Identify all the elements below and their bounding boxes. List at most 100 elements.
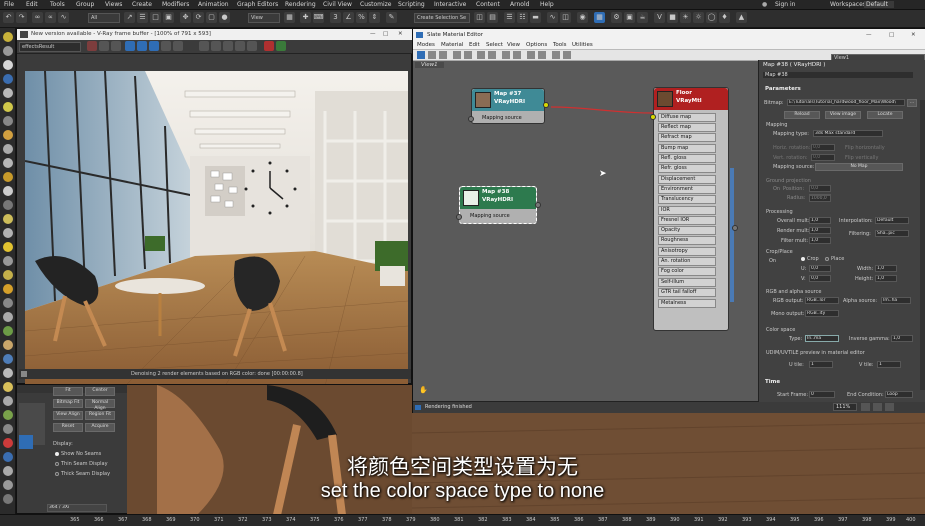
center-button[interactable]: Center <box>85 387 115 396</box>
region-fit-button[interactable]: Region Fit <box>85 411 115 420</box>
vray-icon[interactable]: V <box>654 12 665 23</box>
slot-opacity[interactable]: Opacity <box>658 226 716 235</box>
vray-mesh-light-icon[interactable] <box>3 270 13 280</box>
interpolation-dropdown[interactable]: Default <box>875 217 909 224</box>
view-image-button[interactable]: View image <box>825 111 861 119</box>
sme-menu-utilities[interactable]: Utilities <box>572 42 593 48</box>
sign-in-link[interactable]: Sign in <box>775 1 795 8</box>
crop-radio[interactable] <box>801 257 805 261</box>
mirror-icon[interactable]: ◫ <box>474 12 485 23</box>
slot-environment[interactable]: Environment <box>658 185 716 194</box>
render-mult-field[interactable]: 1,0 <box>809 227 831 234</box>
slot-ior[interactable]: IOR <box>658 206 716 215</box>
vray-sky-icon[interactable] <box>3 284 13 294</box>
region-render-icon[interactable] <box>211 41 221 51</box>
tool-icon-30[interactable] <box>3 438 13 448</box>
normal-align-button[interactable]: Normal Align <box>85 399 115 411</box>
edit-named-selection-icon[interactable]: ✎ <box>386 12 397 23</box>
corona-icon[interactable] <box>3 410 13 420</box>
align-icon[interactable]: ▤ <box>487 12 498 23</box>
percent-snap-icon[interactable]: % <box>356 12 367 23</box>
map37-input-socket[interactable] <box>468 116 474 122</box>
link-icon[interactable]: ∞ <box>32 12 43 23</box>
v-tile-field[interactable]: 1 <box>877 361 901 368</box>
create-helpers-icon[interactable] <box>3 88 13 98</box>
slot-bump-map[interactable]: Bump map <box>658 144 716 153</box>
menu-modifiers[interactable]: Modifiers <box>162 1 189 8</box>
slot-refr-gloss[interactable]: Refr. gloss <box>658 164 716 173</box>
slate-material-editor-icon[interactable]: ▦ <box>594 12 605 23</box>
u-field[interactable]: 0,0 <box>809 265 831 272</box>
gp-on-checkbox[interactable]: On <box>773 186 780 192</box>
mapping-source-button[interactable]: No Map <box>815 163 903 171</box>
map38-output-socket[interactable] <box>535 202 541 208</box>
place-icon[interactable]: ● <box>219 12 230 23</box>
map37-slot-mapping-source[interactable]: Mapping source <box>480 115 532 124</box>
zoom-extents-icon[interactable] <box>873 403 882 411</box>
vray-sun-tool-icon[interactable] <box>3 214 13 224</box>
vray-light-tool-icon[interactable] <box>3 130 13 140</box>
unlink-icon[interactable]: ∝ <box>45 12 56 23</box>
vray-clipper-icon[interactable] <box>3 298 13 308</box>
schematic-view-icon[interactable]: ◫ <box>560 12 571 23</box>
start-frame-field[interactable]: 0 <box>809 391 835 398</box>
create-shapes-icon[interactable] <box>3 46 13 56</box>
link-to-vfb-icon[interactable] <box>223 41 233 51</box>
slot-translucency[interactable]: Translucency <box>658 195 716 204</box>
u-tile-field[interactable]: 1 <box>809 361 833 368</box>
save-image-icon[interactable] <box>87 41 97 51</box>
slot-an-rotation[interactable]: An. rotation <box>658 257 716 266</box>
map38-node[interactable]: Map #38 VRayHDRI Mapping source <box>456 186 541 224</box>
floor-output-socket[interactable] <box>732 225 738 231</box>
put-material-icon[interactable] <box>439 51 447 59</box>
menu-civil-view[interactable]: Civil View <box>323 1 352 8</box>
scatter-icon[interactable] <box>3 354 13 364</box>
menu-file[interactable]: File <box>4 1 14 8</box>
menu-help[interactable]: Help <box>540 1 554 8</box>
locate-button[interactable]: Locate <box>867 111 903 119</box>
red-channel-icon[interactable] <box>125 41 135 51</box>
pan-icon[interactable] <box>861 403 870 411</box>
map-name-field[interactable]: Map #38 <box>763 72 913 78</box>
menu-rendering[interactable]: Rendering <box>285 1 316 8</box>
vert-rotation-field[interactable]: 0,0 <box>811 154 835 161</box>
light-lister-icon[interactable] <box>3 382 13 392</box>
vray-decal-icon[interactable] <box>3 312 13 322</box>
maximize-icon[interactable]: □ <box>383 29 388 40</box>
material-parameter-editor-icon[interactable] <box>552 51 560 59</box>
systems-icon[interactable] <box>3 116 13 126</box>
select-tool-icon[interactable] <box>417 51 425 59</box>
menu-scripting[interactable]: Scripting <box>398 1 425 8</box>
slot-reflect-map[interactable]: Reflect map <box>658 123 716 132</box>
vray-proxy-icon[interactable]: ♦ <box>719 12 730 23</box>
menu-content[interactable]: Content <box>476 1 500 8</box>
vray-light-icon[interactable]: ☀ <box>680 12 691 23</box>
menu-create[interactable]: Create <box>132 1 152 8</box>
bitmap-fit-button[interactable]: Bitmap Fit <box>53 399 83 408</box>
vray-dome-tool-icon[interactable] <box>3 228 13 238</box>
mapping-type-dropdown[interactable]: 3ds Max standard <box>813 130 883 137</box>
sme-menu-material[interactable]: Material <box>441 42 463 48</box>
menu-graph-editors[interactable]: Graph Editors <box>237 1 278 8</box>
filter-mult-field[interactable]: 1,0 <box>809 237 831 244</box>
blue-channel-icon[interactable] <box>149 41 159 51</box>
undo-icon[interactable]: ↶ <box>3 12 14 23</box>
render-setup-icon[interactable]: ⚙ <box>611 12 622 23</box>
layout-children-icon[interactable] <box>538 51 546 59</box>
vray-proxy-tool-icon[interactable] <box>3 158 13 168</box>
show-background-icon[interactable] <box>513 51 521 59</box>
slot-anisotropy[interactable]: Anisotropy <box>658 247 716 256</box>
minimize-icon[interactable]: — <box>370 29 376 40</box>
pick-material-icon[interactable] <box>428 51 436 59</box>
clear-image-icon[interactable] <box>111 41 121 51</box>
slot-diffuse-map[interactable]: Diffuse map <box>658 113 716 122</box>
vray-sphere-icon[interactable] <box>3 200 13 210</box>
slot-fresnel-ior[interactable]: Fresnel IOR <box>658 216 716 225</box>
load-image-icon[interactable] <box>99 41 109 51</box>
tool-icon-29[interactable] <box>3 424 13 434</box>
map37-node[interactable]: Map #37 VRayHDRI Mapping source <box>468 88 549 124</box>
workspaces-dropdown[interactable]: Default <box>864 1 894 8</box>
reference-coord-dropdown[interactable]: View <box>248 13 280 23</box>
active-tool-icon[interactable] <box>19 435 33 449</box>
delete-selected-icon[interactable] <box>464 51 472 59</box>
